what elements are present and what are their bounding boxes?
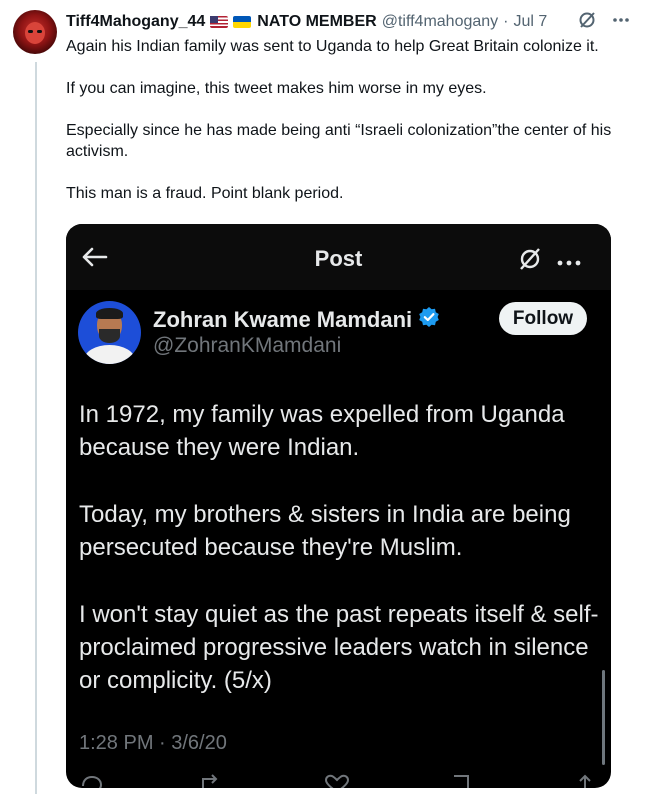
author-handle[interactable]: @tiff4mahogany bbox=[382, 13, 498, 31]
more-icon bbox=[556, 254, 582, 272]
tweet-paragraph: Again his Indian family was sent to Ugan… bbox=[66, 38, 599, 55]
tweet-header: Tiff4Mahogany_44 NATO MEMBER @tiff4mahog… bbox=[66, 12, 547, 32]
ukraine-flag-icon bbox=[233, 16, 252, 28]
embedded-paragraph: Today, my brothers & sisters in India ar… bbox=[79, 501, 571, 561]
author-badge-text: NATO MEMBER bbox=[257, 13, 377, 30]
tweet-text: Again his Indian family was sent to Ugan… bbox=[66, 36, 631, 225]
embedded-user-name-row: Zohran Kwame Mamdani bbox=[153, 306, 440, 334]
share-icon bbox=[574, 774, 596, 788]
author-avatar[interactable] bbox=[13, 10, 57, 54]
tweet-header-icons bbox=[577, 10, 631, 30]
separator-dot: · bbox=[503, 13, 509, 30]
like-icon bbox=[324, 774, 350, 788]
embedded-paragraph: In 1972, my family was expelled from Uga… bbox=[79, 401, 565, 461]
tweet-paragraph: Especially since he has made being anti … bbox=[66, 122, 612, 160]
reply-icon bbox=[80, 774, 104, 788]
embedded-user-handle: @ZohranKMamdani bbox=[153, 334, 342, 357]
embedded-user-avatar bbox=[78, 301, 141, 364]
embedded-user-name: Zohran Kwame Mamdani bbox=[153, 307, 413, 332]
verified-badge-icon bbox=[418, 306, 440, 334]
grok-icon bbox=[517, 246, 543, 277]
author-name[interactable]: Tiff4Mahogany_44 bbox=[66, 13, 205, 31]
tweet-date[interactable]: Jul 7 bbox=[514, 13, 548, 31]
thread-line bbox=[35, 62, 37, 794]
us-flag-icon bbox=[210, 16, 229, 28]
embedded-timestamp: 1:28 PM · 3/6/20 bbox=[79, 732, 227, 754]
embedded-screenshot[interactable]: Post Zohran Kwame Mamdani @ZohranKMamdan… bbox=[66, 224, 611, 788]
tweet-paragraph: This man is a fraud. Point blank period. bbox=[66, 185, 344, 202]
embedded-action-bar bbox=[66, 774, 611, 788]
bookmark-icon bbox=[450, 774, 472, 788]
tweet-paragraph: If you can imagine, this tweet makes him… bbox=[66, 80, 487, 97]
grok-icon[interactable] bbox=[577, 10, 597, 30]
repost-icon bbox=[198, 774, 224, 788]
more-icon[interactable] bbox=[611, 10, 631, 30]
embedded-paragraph: I won't stay quiet as the past repeats i… bbox=[79, 601, 599, 694]
embedded-post-text: In 1972, my family was expelled from Uga… bbox=[79, 398, 599, 731]
scrollbar bbox=[602, 670, 605, 765]
follow-button: Follow bbox=[499, 302, 587, 335]
